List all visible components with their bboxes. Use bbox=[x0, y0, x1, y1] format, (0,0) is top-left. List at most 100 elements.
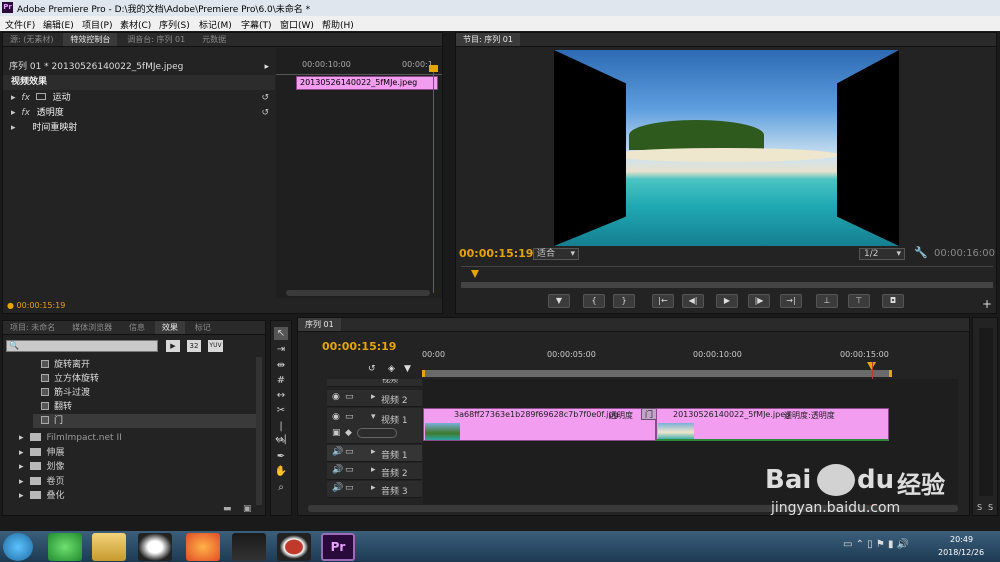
disclosure-triangle-icon[interactable]: ▸ bbox=[19, 433, 24, 443]
timeline-ruler[interactable]: 00:00 00:00:05:00 00:00:10:00 00:00:15:0… bbox=[422, 348, 957, 378]
ec-playhead[interactable] bbox=[433, 68, 434, 293]
disclosure-triangle-icon[interactable]: ▸ bbox=[371, 392, 376, 402]
disclosure-triangle-icon[interactable]: ▸ bbox=[371, 447, 376, 457]
lock-icon[interactable]: ▭ bbox=[345, 392, 354, 402]
lock-icon[interactable]: ▭ bbox=[345, 412, 354, 422]
slip-tool-icon[interactable]: |↔| bbox=[274, 420, 288, 445]
menu-file[interactable]: 文件(F) bbox=[5, 18, 35, 31]
snap-icon[interactable]: ↺ bbox=[368, 364, 376, 374]
fx-badge[interactable]: fx bbox=[21, 108, 30, 118]
camtasia-icon[interactable] bbox=[232, 533, 266, 561]
rate-stretch-tool-icon[interactable]: ↔ bbox=[274, 389, 288, 402]
qq-icon[interactable] bbox=[138, 533, 172, 561]
effect-item-rotate-away[interactable]: 旋转离开 bbox=[41, 358, 90, 372]
rolling-edit-tool-icon[interactable]: # bbox=[274, 374, 288, 387]
eye-icon[interactable]: ◉ bbox=[332, 412, 340, 422]
folder-filmimpact[interactable]: ▸ FilmImpact.net II bbox=[19, 431, 122, 445]
lock-icon[interactable]: ▭ bbox=[345, 465, 354, 475]
accelerated-effects-button[interactable]: ▶ bbox=[166, 340, 180, 352]
program-ruler[interactable] bbox=[461, 266, 993, 288]
disclosure-triangle-icon[interactable]: ▸ bbox=[371, 465, 376, 475]
disclosure-triangle-icon[interactable]: ▸ bbox=[371, 483, 376, 493]
ec-ruler[interactable] bbox=[276, 70, 442, 75]
32bit-effects-button[interactable]: 32 bbox=[187, 340, 201, 352]
resolution-select[interactable]: 1/2 ▾ bbox=[859, 248, 905, 260]
effect-item-door[interactable]: 门 bbox=[33, 414, 258, 428]
tab-source[interactable]: 源: (无素材) bbox=[3, 33, 60, 46]
reset-icon[interactable]: ↺ bbox=[261, 91, 269, 106]
menu-help[interactable]: 帮助(H) bbox=[322, 18, 354, 31]
disclosure-triangle-icon[interactable]: ▸ bbox=[19, 448, 24, 458]
delete-icon[interactable]: ▣ bbox=[243, 504, 252, 514]
effect-row-motion[interactable]: ▸ fx 运动 ↺ bbox=[3, 91, 275, 106]
add-marker-icon[interactable]: ◈ bbox=[388, 364, 395, 374]
lift-button[interactable]: ⊥ bbox=[816, 294, 838, 308]
program-playhead-icon[interactable] bbox=[471, 270, 479, 278]
slide-tool-icon[interactable]: ⇿ bbox=[274, 435, 288, 448]
effect-item-cube-spin[interactable]: 立方体旋转 bbox=[41, 372, 99, 386]
program-scrollbar[interactable] bbox=[461, 282, 993, 288]
ec-playhead-marker-icon[interactable] bbox=[429, 65, 438, 72]
speaker-icon[interactable]: 🔊 bbox=[332, 483, 343, 493]
tab-effect-controls[interactable]: 特效控制台 bbox=[63, 33, 118, 46]
effect-row-time-remap[interactable]: ▸ 时间重映射 bbox=[3, 121, 275, 136]
lock-icon[interactable]: ▭ bbox=[345, 447, 354, 457]
folder-dissolve[interactable]: ▸ 叠化 bbox=[19, 489, 65, 503]
marker-icon[interactable]: ▼ bbox=[404, 364, 411, 374]
tab-media-browser[interactable]: 媒体浏览器 bbox=[65, 321, 119, 334]
transition-door[interactable]: 门 bbox=[641, 408, 657, 420]
tab-effects[interactable]: 效果 bbox=[154, 321, 185, 334]
menu-edit[interactable]: 编辑(E) bbox=[43, 18, 74, 31]
folder-stretch[interactable]: ▸ 伸展 bbox=[19, 446, 65, 460]
selection-tool-icon[interactable]: ↖ bbox=[274, 327, 288, 340]
disclosure-triangle-icon[interactable]: ▸ bbox=[11, 108, 16, 118]
extract-button[interactable]: ⊤ bbox=[848, 294, 870, 308]
menu-sequence[interactable]: 序列(S) bbox=[159, 18, 190, 31]
mark-out-button[interactable]: } bbox=[613, 294, 635, 308]
firefox-icon[interactable] bbox=[186, 533, 220, 561]
tab-audio-mixer[interactable]: 调音台: 序列 01 bbox=[120, 33, 192, 46]
tab-project[interactable]: 项目: 未命名 bbox=[3, 321, 62, 334]
ec-mini-clip[interactable]: 20130526140022_5fMJe.jpeg bbox=[296, 76, 438, 90]
hand-tool-icon[interactable]: ✋ bbox=[274, 465, 288, 478]
disclosure-triangle-icon[interactable]: ▸ bbox=[19, 462, 24, 472]
menu-marker[interactable]: 标记(M) bbox=[199, 18, 232, 31]
speaker-icon[interactable]: 🔊 bbox=[332, 447, 343, 457]
tab-metadata[interactable]: 元数据 bbox=[195, 33, 233, 46]
program-timecode[interactable]: 00:00:15:19 bbox=[459, 247, 533, 260]
display-style-icon[interactable]: ▣ bbox=[332, 428, 341, 438]
clock-time[interactable]: 20:49 bbox=[950, 535, 973, 544]
menu-project[interactable]: 项目(P) bbox=[82, 18, 112, 31]
expand-arrow-icon[interactable]: ▸ bbox=[264, 60, 269, 75]
ec-scrollbar[interactable] bbox=[286, 290, 430, 296]
disclosure-triangle-icon[interactable]: ▸ bbox=[11, 93, 16, 103]
premiere-taskbar-icon[interactable]: Pr bbox=[321, 533, 355, 561]
step-forward-button[interactable]: |▶ bbox=[748, 294, 770, 308]
eye-icon[interactable]: ◉ bbox=[332, 392, 340, 402]
folder-page-peel[interactable]: ▸ 卷页 bbox=[19, 475, 65, 489]
reset-icon[interactable]: ↺ bbox=[261, 106, 269, 121]
start-button-icon[interactable] bbox=[3, 533, 33, 561]
step-back-button[interactable]: ◀| bbox=[682, 294, 704, 308]
work-area-bar[interactable] bbox=[422, 370, 892, 377]
effect-item-flip[interactable]: 翻转 bbox=[41, 400, 72, 414]
mark-in-button[interactable]: { bbox=[583, 294, 605, 308]
keyframe-icon[interactable]: ◆ bbox=[345, 428, 352, 438]
app-360-icon[interactable] bbox=[48, 533, 82, 561]
tray-icons[interactable]: ▭ ⌃ ▯ ⚑ ▮ 🔊 bbox=[843, 539, 909, 550]
track-select-tool-icon[interactable]: ⇥ bbox=[274, 343, 288, 356]
yuv-effects-button[interactable]: YUV bbox=[208, 340, 223, 352]
effect-controls-timecode[interactable]: ● 00:00:15:19 bbox=[7, 301, 65, 310]
tab-info[interactable]: 信息 bbox=[122, 321, 152, 334]
play-button[interactable]: ▶ bbox=[716, 294, 738, 308]
record-icon[interactable] bbox=[277, 533, 311, 561]
tab-sequence[interactable]: 序列 01 bbox=[298, 318, 341, 331]
pen-tool-icon[interactable]: ✒ bbox=[274, 450, 288, 463]
menu-title[interactable]: 字幕(T) bbox=[241, 18, 272, 31]
go-to-in-button[interactable]: |← bbox=[652, 294, 674, 308]
file-explorer-icon[interactable] bbox=[92, 533, 126, 561]
timeline-clip-1[interactable]: 3a68ff27363e1b289f69628c7b7f0e0f.jpg 透明度 bbox=[423, 408, 656, 441]
effects-search-input[interactable]: 🔍 bbox=[6, 340, 158, 352]
tab-program[interactable]: 节目: 序列 01 bbox=[456, 33, 520, 46]
new-bin-icon[interactable]: ▬ bbox=[223, 504, 232, 514]
